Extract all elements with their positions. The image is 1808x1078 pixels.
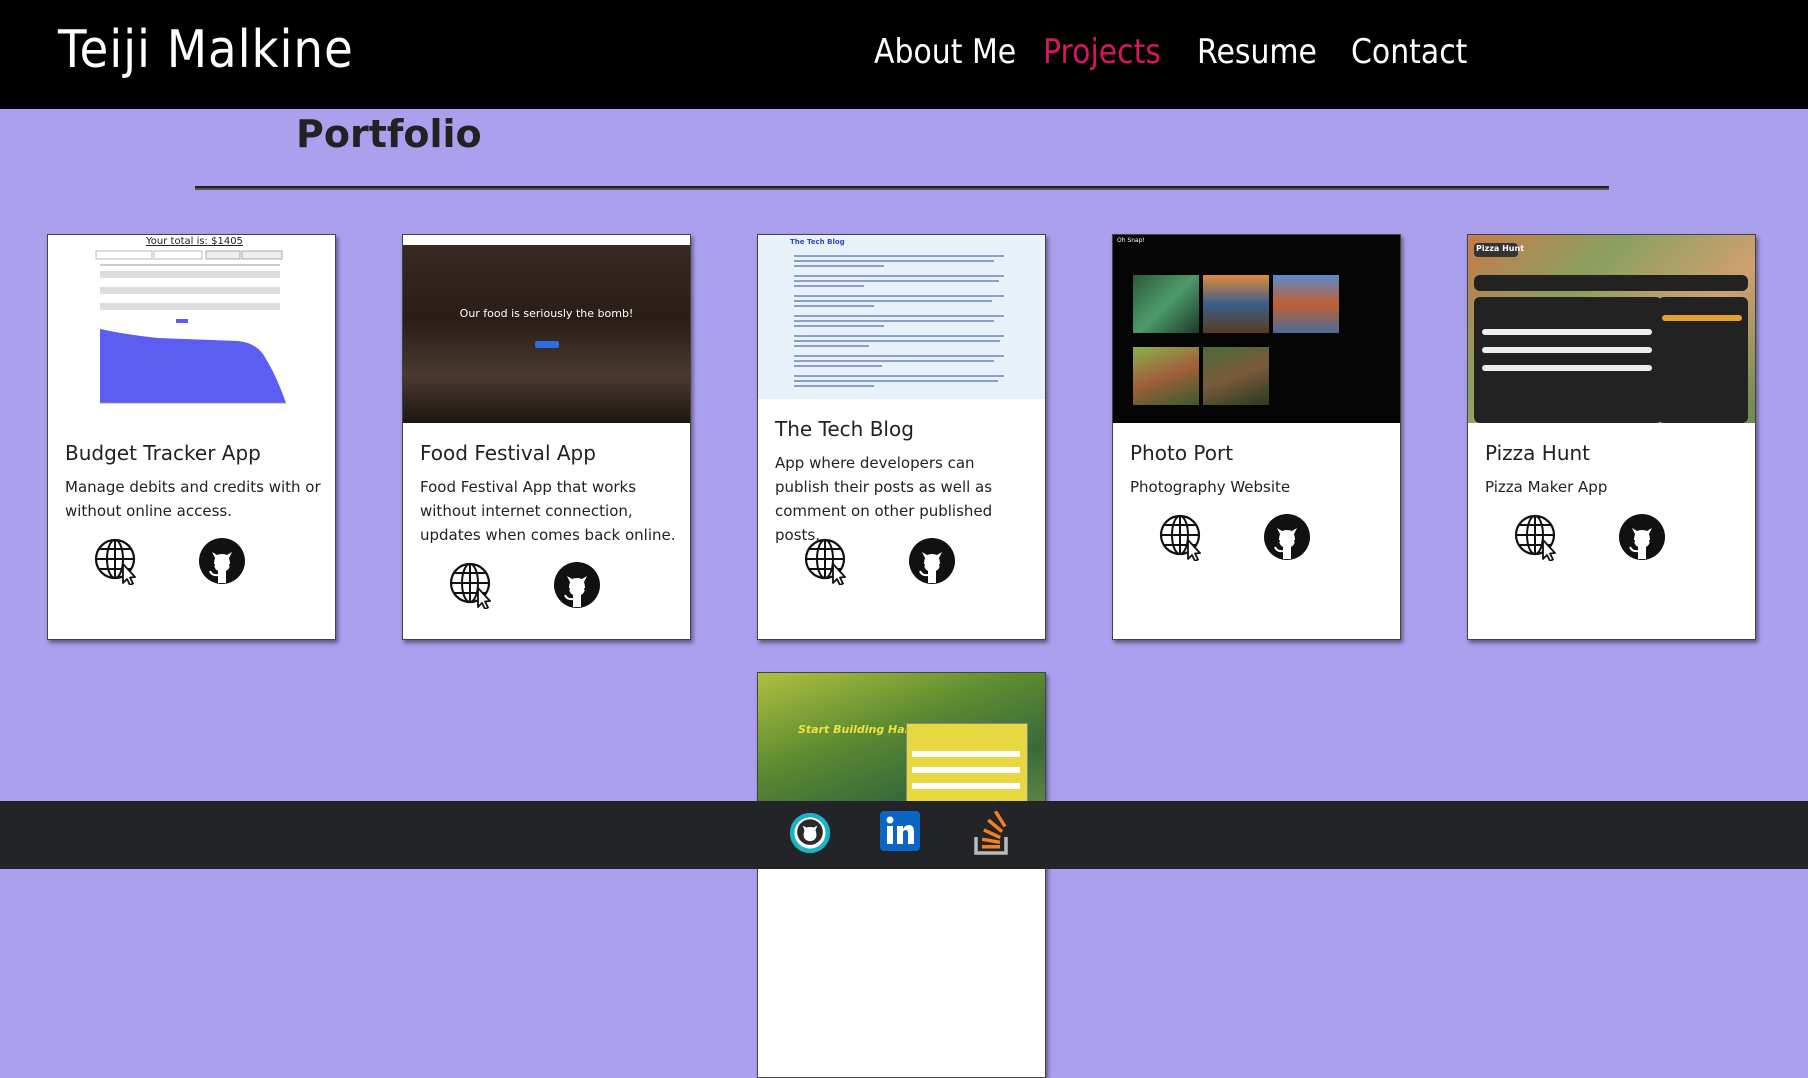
github-repo-link[interactable]	[1618, 513, 1666, 561]
stackoverflow-link[interactable]	[972, 810, 1016, 855]
github-icon	[1263, 513, 1311, 561]
section-divider	[195, 186, 1609, 188]
github-repo-link[interactable]	[1263, 513, 1311, 561]
globe-cursor-icon	[448, 561, 496, 609]
footer	[0, 801, 1808, 869]
globe-cursor-icon	[803, 537, 851, 585]
top-navbar: Teiji Malkine About Me Projects Resume C…	[0, 0, 1808, 109]
project-screenshot[interactable]: The Tech Blog	[758, 235, 1045, 399]
project-title: Budget Tracker App	[65, 441, 261, 465]
site-brand[interactable]: Teiji Malkine	[58, 20, 354, 80]
project-description: Photography Website	[1130, 478, 1291, 496]
project-card-tech-blog: The Tech Blog The Tech Blog App where de…	[757, 234, 1046, 640]
project-title: The Tech Blog	[775, 417, 914, 441]
github-repo-link[interactable]	[198, 537, 246, 585]
project-description: Food Festival App that works without int…	[420, 478, 676, 544]
project-title: Pizza Hunt	[1485, 441, 1591, 465]
live-site-link[interactable]	[803, 537, 851, 585]
github-icon	[198, 537, 246, 585]
project-screenshot[interactable]: Pizza Hunt	[1468, 235, 1755, 423]
project-title: Photo Port	[1130, 441, 1234, 465]
nav-resume[interactable]: Resume	[1197, 32, 1317, 72]
nav-about-me[interactable]: About Me	[874, 32, 1016, 72]
github-icon	[553, 561, 601, 609]
stackoverflow-icon	[974, 810, 1008, 855]
github-repo-link[interactable]	[908, 537, 956, 585]
live-site-link[interactable]	[93, 537, 141, 585]
project-screenshot[interactable]: Your total is: $1405	[48, 235, 335, 423]
linkedin-icon	[880, 811, 920, 851]
live-site-link[interactable]	[448, 561, 496, 609]
project-description: Manage debits and credits with or withou…	[65, 478, 321, 520]
github-icon	[789, 812, 831, 854]
project-card-food-festival: Our food is seriously the bomb! Food Fes…	[402, 234, 691, 640]
github-repo-link[interactable]	[553, 561, 601, 609]
nav-contact[interactable]: Contact	[1351, 32, 1467, 72]
globe-cursor-icon	[1513, 513, 1561, 561]
project-card-budget-tracker: Your total is: $1405 Budget Tracker App …	[47, 234, 336, 640]
globe-cursor-icon	[1158, 513, 1206, 561]
github-link[interactable]	[788, 811, 832, 855]
live-site-link[interactable]	[1158, 513, 1206, 561]
globe-cursor-icon	[93, 537, 141, 585]
nav-projects[interactable]: Projects	[1043, 32, 1161, 72]
portfolio-heading: Portfolio	[296, 112, 482, 156]
project-screenshot[interactable]: Our food is seriously the bomb!	[403, 235, 690, 423]
github-icon	[1618, 513, 1666, 561]
project-card-pizza-hunt: Pizza Hunt Pizza Hunt Pizza Maker App	[1467, 234, 1756, 640]
project-description: App where developers can publish their p…	[775, 454, 993, 544]
linkedin-link[interactable]	[880, 811, 924, 855]
project-screenshot[interactable]: Oh Snap!	[1113, 235, 1400, 423]
project-card-run-buddy: Start Building Habits.	[757, 672, 1046, 1078]
project-description: Pizza Maker App	[1485, 478, 1608, 496]
project-card-photo-port: Oh Snap! Photo Port Photography Website	[1112, 234, 1401, 640]
live-site-link[interactable]	[1513, 513, 1561, 561]
project-title: Food Festival App	[420, 441, 596, 465]
github-icon	[908, 537, 956, 585]
